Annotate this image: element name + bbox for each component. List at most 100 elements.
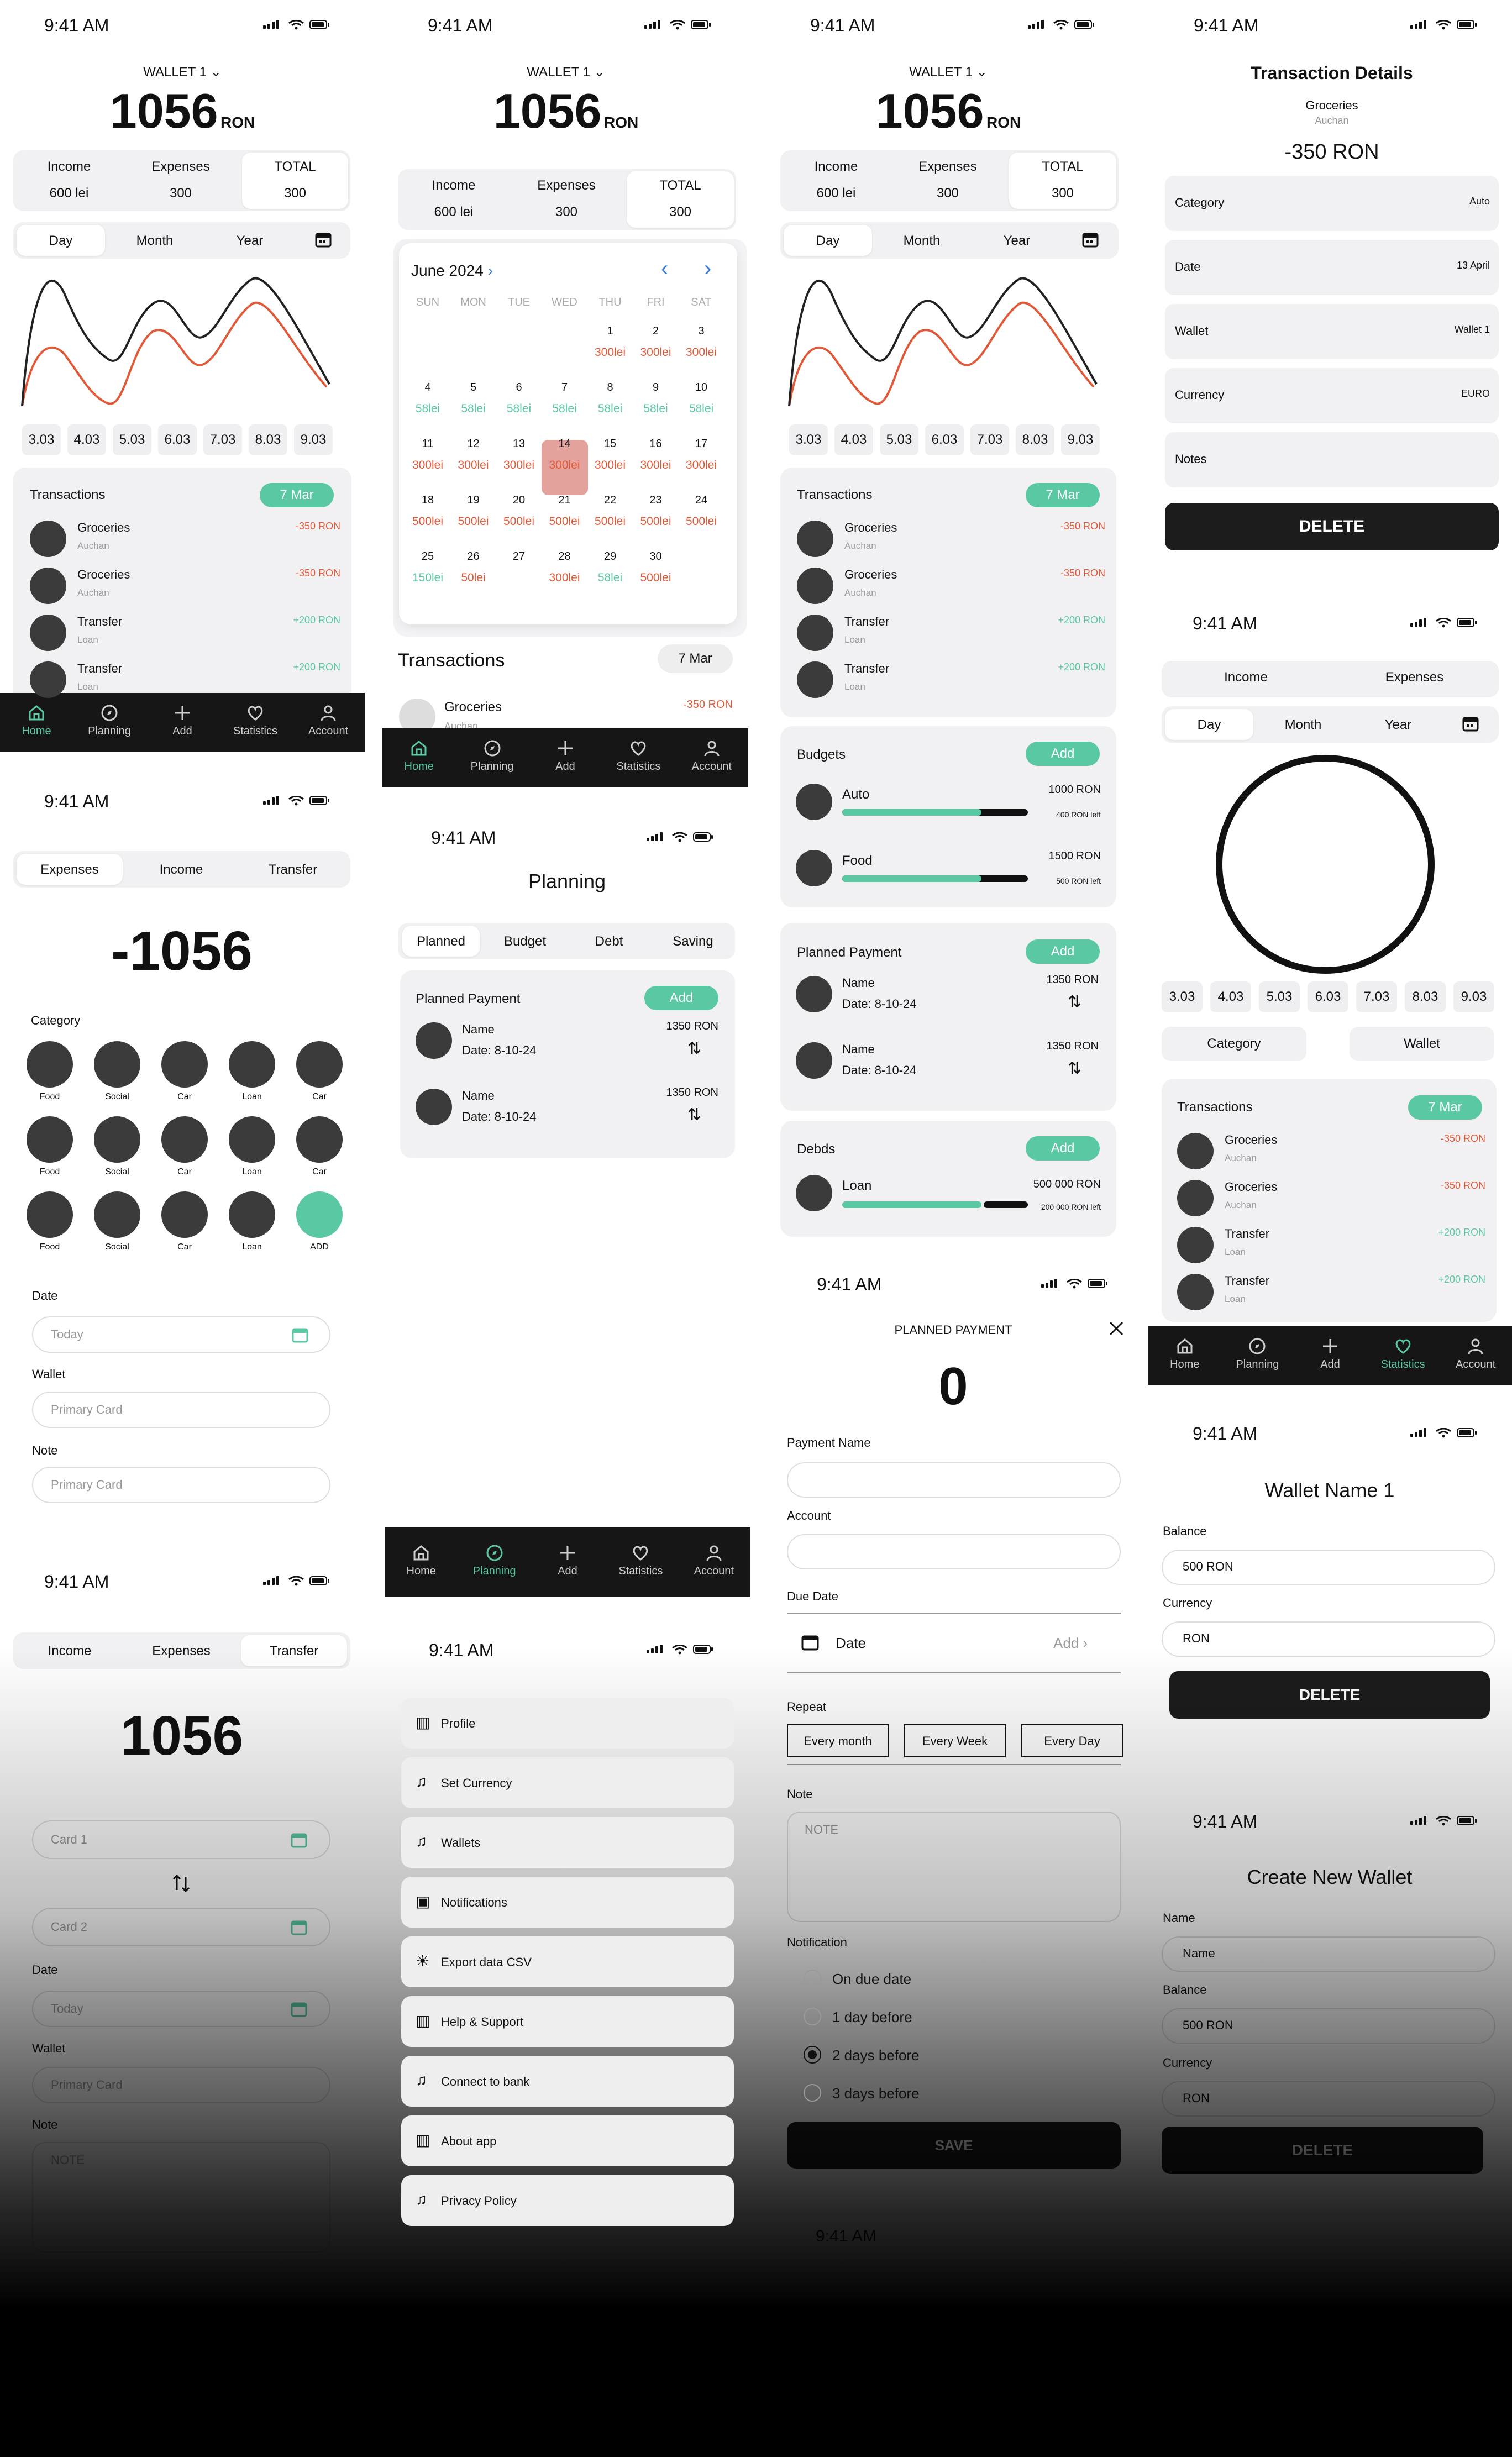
calendar-day-number[interactable]: 28: [548, 550, 581, 563]
category-filter[interactable]: Category: [1162, 1027, 1306, 1061]
tab-saving[interactable]: Saving: [654, 934, 732, 949]
transactions-date-badge[interactable]: 7 Mar: [1408, 1095, 1482, 1120]
calendar-day-number[interactable]: 17: [685, 438, 718, 450]
tab-day[interactable]: Day: [1165, 717, 1253, 733]
calendar-day-number[interactable]: 1: [594, 325, 627, 338]
calendar-day-number[interactable]: 2: [639, 325, 673, 338]
calendar-day-number[interactable]: 22: [594, 494, 627, 507]
transactions-date-badge[interactable]: 7 Mar: [260, 483, 334, 507]
calendar-day-number[interactable]: 14: [548, 438, 581, 450]
date-chip[interactable]: 8.03: [1016, 424, 1054, 455]
payment-name-field[interactable]: [787, 1462, 1121, 1498]
category-icon[interactable]: [229, 1041, 275, 1088]
nav-account[interactable]: Account: [678, 1544, 750, 1578]
account-field[interactable]: [787, 1534, 1121, 1569]
date-chip[interactable]: 4.03: [1210, 981, 1251, 1012]
calendar-day-number[interactable]: 8: [594, 381, 627, 394]
category-icon[interactable]: [27, 1041, 73, 1088]
tab-day[interactable]: Day: [17, 233, 105, 249]
date-chip[interactable]: 6.03: [925, 424, 964, 455]
add-debt-button[interactable]: Add: [1026, 1136, 1100, 1161]
nav-home[interactable]: Home: [382, 739, 455, 773]
date-chip[interactable]: 3.03: [1162, 981, 1203, 1012]
delete-button[interactable]: DELETE: [1169, 1671, 1490, 1719]
wallet-filter[interactable]: Wallet: [1350, 1027, 1494, 1061]
wallet-selector[interactable]: WALLET 1 ⌄: [111, 64, 254, 80]
category-icon[interactable]: [27, 1191, 73, 1238]
delete-button[interactable]: DELETE: [1165, 503, 1499, 550]
calendar-day-number[interactable]: 6: [502, 381, 536, 394]
nav-planning[interactable]: Planning: [458, 1544, 531, 1578]
category-icon[interactable]: [296, 1116, 343, 1163]
date-chip[interactable]: 5.03: [113, 424, 151, 455]
transactions-date-badge[interactable]: 7 Mar: [1026, 483, 1100, 507]
swap-icon[interactable]: ⇅: [687, 1039, 701, 1058]
tab-month[interactable]: Month: [111, 233, 199, 249]
calendar-icon[interactable]: [291, 2001, 307, 2017]
calendar-day-number[interactable]: 16: [639, 438, 673, 450]
category-icon[interactable]: [161, 1191, 208, 1238]
date-chip[interactable]: 4.03: [67, 424, 106, 455]
add-category-button[interactable]: [296, 1191, 343, 1238]
calendar-day-number[interactable]: 21: [548, 494, 581, 507]
calendar-day-number[interactable]: 4: [411, 381, 444, 394]
nav-add[interactable]: Add: [531, 1544, 604, 1578]
date-chip[interactable]: 9.03: [1061, 424, 1100, 455]
calendar-day-number[interactable]: 10: [685, 381, 718, 394]
date-chip[interactable]: 7.03: [203, 424, 242, 455]
date-chip[interactable]: 7.03: [1356, 981, 1397, 1012]
radio-button[interactable]: [804, 2046, 821, 2064]
tab-transfer[interactable]: Transfer: [240, 862, 346, 878]
nav-planning[interactable]: Planning: [455, 739, 528, 773]
category-icon[interactable]: [161, 1116, 208, 1163]
date-chip[interactable]: 6.03: [158, 424, 197, 455]
calendar-day-number[interactable]: 27: [502, 550, 536, 563]
tab-planned[interactable]: Planned: [402, 934, 480, 949]
category-icon[interactable]: [296, 1041, 343, 1088]
currency-field[interactable]: [1162, 2081, 1495, 2117]
calendar-icon[interactable]: [1462, 715, 1479, 732]
nav-home[interactable]: Home: [0, 704, 73, 738]
date-chip[interactable]: 5.03: [880, 424, 918, 455]
date-chip[interactable]: 8.03: [249, 424, 287, 455]
date-chip[interactable]: 8.03: [1405, 981, 1446, 1012]
category-icon[interactable]: [94, 1191, 140, 1238]
add-budget-button[interactable]: Add: [1026, 742, 1100, 766]
nav-account[interactable]: Account: [675, 739, 748, 773]
date-chip[interactable]: 4.03: [834, 424, 873, 455]
calendar-day-number[interactable]: 19: [457, 494, 490, 507]
delete-button[interactable]: DELETE: [1162, 2127, 1483, 2174]
category-icon[interactable]: [229, 1191, 275, 1238]
tab-day[interactable]: Day: [784, 233, 872, 249]
radio-button[interactable]: [804, 2008, 821, 2025]
swap-icon[interactable]: ⇅: [1068, 993, 1082, 1012]
category-icon[interactable]: [161, 1041, 208, 1088]
category-icon[interactable]: [229, 1116, 275, 1163]
calendar-day-number[interactable]: 23: [639, 494, 673, 507]
tab-debt[interactable]: Debt: [570, 934, 648, 949]
save-button[interactable]: SAVE: [787, 2122, 1121, 2169]
tab-income[interactable]: Income: [128, 862, 234, 878]
close-icon[interactable]: [1109, 1321, 1124, 1336]
radio-button[interactable]: [804, 1970, 821, 1987]
date-chip[interactable]: 7.03: [970, 424, 1009, 455]
calendar-day-number[interactable]: 24: [685, 494, 718, 507]
tab-budget[interactable]: Budget: [486, 934, 564, 949]
nav-home[interactable]: Home: [385, 1544, 458, 1578]
tab-transfer[interactable]: Transfer: [241, 1644, 347, 1659]
date-chip[interactable]: 9.03: [1453, 981, 1494, 1012]
nav-statistics[interactable]: Statistics: [602, 739, 675, 773]
calendar-day-number[interactable]: 25: [411, 550, 444, 563]
calendar-icon[interactable]: [315, 231, 332, 248]
calendar-day-number[interactable]: 30: [639, 550, 673, 563]
tab-expenses[interactable]: Expenses: [17, 862, 123, 878]
calendar-day-number[interactable]: 12: [457, 438, 490, 450]
nav-planning[interactable]: Planning: [73, 704, 146, 738]
nav-add[interactable]: Add: [1294, 1337, 1367, 1371]
calendar-day-number[interactable]: 5: [457, 381, 490, 394]
currency-field[interactable]: [1162, 1621, 1495, 1657]
swap-icon[interactable]: ⇅: [687, 1105, 701, 1125]
prev-month-icon[interactable]: ‹: [661, 256, 668, 281]
date-chip[interactable]: 6.03: [1308, 981, 1348, 1012]
radio-button[interactable]: [804, 2084, 821, 2102]
